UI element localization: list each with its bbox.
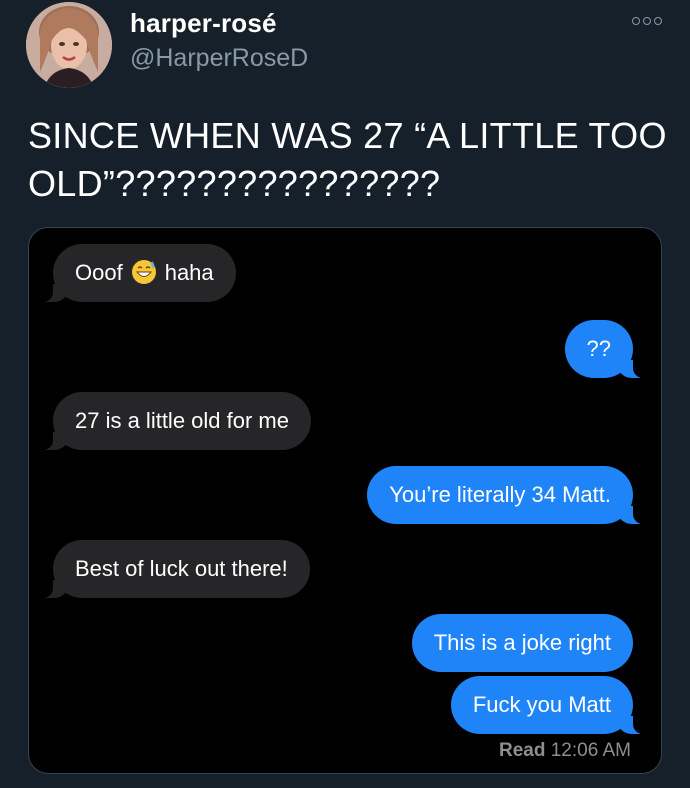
author-display-name[interactable]: harper-rosé	[130, 8, 277, 39]
more-options-icon[interactable]	[632, 14, 662, 28]
read-time: 12:06 AM	[550, 740, 631, 761]
message-text: 27 is a little old for me	[75, 408, 289, 433]
message-outgoing: Fuck you Matt	[450, 676, 648, 734]
grinning-sweat-emoji-icon	[131, 260, 156, 285]
message-text: Best of luck out there!	[75, 556, 288, 581]
read-receipt: Read 12:06 AM	[499, 740, 631, 762]
author-handle[interactable]: @HarperRoseD	[130, 44, 308, 73]
avatar[interactable]	[26, 2, 112, 88]
read-label: Read	[498, 740, 546, 761]
tweet-card: harper-rosé @HarperRoseD SINCE WHEN WAS …	[0, 0, 690, 788]
profile-photo	[26, 2, 112, 88]
more-dot	[643, 17, 651, 25]
message-text: This is a joke right	[433, 630, 611, 655]
more-dot	[654, 17, 662, 25]
message-text: You’re literally 34 Matt.	[389, 482, 611, 507]
message-outgoing: You’re literally 34 Matt.	[367, 466, 647, 524]
message-incoming: Ooof haha	[39, 244, 236, 302]
tweet-media-image[interactable]: Ooof haha ?? 27 is a little old for me Y…	[28, 227, 662, 774]
more-dot	[632, 17, 640, 25]
message-text: Ooof	[75, 260, 123, 285]
message-outgoing: This is a joke right	[411, 614, 633, 672]
tweet-text: SINCE WHEN WAS 27 “A LITTLE TOO OLD”????…	[28, 115, 667, 204]
message-incoming: 27 is a little old for me	[39, 392, 311, 450]
message-incoming: Best of luck out there!	[39, 540, 310, 598]
message-text: haha	[164, 260, 214, 285]
message-text: Fuck you Matt	[472, 692, 611, 717]
message-outgoing: ??	[564, 320, 648, 378]
message-text: ??	[586, 336, 611, 361]
